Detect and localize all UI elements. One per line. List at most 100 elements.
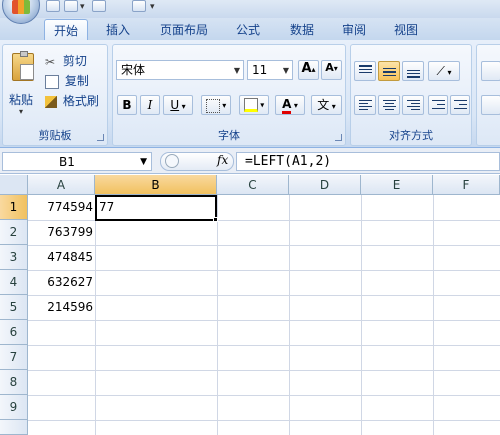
align-right-button[interactable] — [402, 95, 424, 115]
borders-icon — [205, 99, 220, 113]
row-header-4[interactable]: 4 — [0, 270, 28, 295]
tab-review[interactable]: 审阅 — [334, 19, 374, 40]
row-header-5[interactable]: 5 — [0, 295, 28, 320]
column-header-f[interactable]: F — [433, 175, 500, 195]
font-name-value: 宋体 — [121, 63, 146, 77]
bold-button[interactable]: B — [117, 95, 137, 115]
font-size-select[interactable]: 11 ▼ — [247, 60, 293, 80]
row-header-7[interactable]: 7 — [0, 345, 28, 370]
gridline — [217, 195, 218, 435]
customize-quick-access-icon[interactable]: ▾ — [150, 2, 155, 12]
font-dialog-launcher-icon[interactable] — [335, 134, 342, 141]
insert-function-icon[interactable]: fx — [217, 153, 228, 167]
active-cell-outline[interactable] — [95, 195, 217, 221]
select-all-corner[interactable] — [0, 175, 28, 195]
font-name-dropdown-icon: ▼ — [233, 66, 240, 75]
font-name-select[interactable]: 宋体 ▼ — [116, 60, 244, 80]
row-header-3[interactable]: 3 — [0, 245, 28, 270]
tab-page-layout[interactable]: 页面布局 — [152, 19, 216, 40]
merge-center-button[interactable] — [481, 95, 500, 115]
tab-home[interactable]: 开始 — [44, 19, 88, 40]
row-header-2[interactable]: 2 — [0, 220, 28, 245]
shrink-font-button[interactable]: A▾ — [321, 60, 342, 80]
tab-formulas[interactable]: 公式 — [228, 19, 268, 40]
row-header-8[interactable]: 8 — [0, 370, 28, 395]
row-header-10[interactable] — [0, 420, 28, 435]
gridline — [28, 295, 500, 296]
orientation-icon: ⟋ — [436, 64, 445, 78]
gridline — [28, 245, 500, 246]
column-header-d[interactable]: D — [289, 175, 361, 195]
column-header-c[interactable]: C — [217, 175, 289, 195]
align-center-button[interactable] — [378, 95, 400, 115]
align-middle-button[interactable] — [378, 61, 400, 81]
underline-button[interactable]: U ▾ — [163, 95, 193, 115]
cell-a2[interactable]: 763799 — [28, 220, 95, 245]
orientation-button[interactable]: ⟋ ▾ — [428, 61, 460, 81]
align-bottom-button[interactable] — [402, 61, 424, 81]
gridline — [28, 320, 500, 321]
column-header-a[interactable]: A — [28, 175, 95, 195]
tab-view[interactable]: 视图 — [386, 19, 426, 40]
font-color-button[interactable]: A ▾ — [275, 95, 305, 115]
gridline — [28, 420, 500, 421]
fill-handle[interactable] — [213, 217, 218, 222]
decrease-indent-button[interactable] — [428, 95, 448, 115]
row-header-9[interactable]: 9 — [0, 395, 28, 420]
font-group-label: 字体 — [218, 129, 240, 142]
gridline — [28, 370, 500, 371]
align-left-button[interactable] — [354, 95, 376, 115]
column-header-e[interactable]: E — [361, 175, 433, 195]
cut-button[interactable]: ✂ 剪切 — [45, 51, 87, 71]
grow-font-button[interactable]: A▴ — [298, 60, 319, 80]
cell-a3[interactable]: 474845 — [28, 245, 95, 270]
paste-label: 粘贴 — [9, 93, 34, 107]
print-preview-icon[interactable] — [132, 0, 146, 12]
clipboard-group: 粘贴 ▾ ✂ 剪切 复制 格式刷 剪贴板 — [2, 44, 108, 146]
borders-button[interactable]: ▾ — [201, 95, 231, 115]
redo-icon[interactable] — [92, 0, 106, 12]
italic-button[interactable]: I — [140, 95, 160, 115]
scissors-icon: ✂ — [45, 54, 56, 69]
shrink-font-icon: A — [325, 61, 334, 74]
name-box-dropdown-icon[interactable]: ▼ — [140, 153, 147, 171]
name-box[interactable]: B1 ▼ — [2, 152, 152, 171]
clipboard-dialog-launcher-icon[interactable] — [97, 134, 104, 141]
cut-label: 剪切 — [62, 54, 87, 68]
cell-a1[interactable]: 774594 — [28, 195, 95, 220]
increase-indent-button[interactable] — [450, 95, 470, 115]
gridline — [28, 345, 500, 346]
cell-a4[interactable]: 632627 — [28, 270, 95, 295]
gridline — [289, 195, 290, 435]
wrap-text-button[interactable] — [481, 61, 500, 81]
row-header-6[interactable]: 6 — [0, 320, 28, 345]
phonetic-guide-button[interactable]: 文 ▾ — [311, 95, 342, 115]
align-top-button[interactable] — [354, 61, 376, 81]
paste-button[interactable]: 粘贴 ▾ — [7, 49, 39, 119]
formula-bar-expand-icon[interactable] — [165, 154, 179, 168]
gridline — [28, 395, 500, 396]
alignment-group: ⟋ ▾ 对齐方式 — [350, 44, 472, 146]
column-header-b[interactable]: B — [95, 175, 217, 195]
gridline — [95, 195, 96, 435]
format-painter-button[interactable]: 格式刷 — [45, 91, 99, 111]
copy-button[interactable]: 复制 — [45, 71, 89, 91]
font-group: 宋体 ▼ 11 ▼ A▴ A▾ B I U ▾ ▾ ▾ A ▾ 文 ▾ 字体 — [112, 44, 346, 146]
gridline — [361, 195, 362, 435]
tab-data[interactable]: 数据 — [282, 19, 322, 40]
save-icon[interactable] — [46, 0, 60, 12]
undo-icon[interactable] — [64, 0, 78, 12]
tab-insert[interactable]: 插入 — [98, 19, 138, 40]
gridline — [433, 195, 434, 435]
paste-dropdown-icon: ▾ — [19, 107, 24, 116]
paint-bucket-icon — [243, 98, 258, 112]
fill-color-button[interactable]: ▾ — [239, 95, 269, 115]
row-header-1[interactable]: 1 — [0, 195, 28, 220]
name-box-value: B1 — [59, 155, 75, 169]
cell-a5[interactable]: 214596 — [28, 295, 95, 320]
undo-dropdown-icon[interactable]: ▾ — [80, 2, 85, 12]
underline-icon: U — [170, 98, 180, 112]
copy-icon — [45, 74, 59, 89]
copy-label: 复制 — [64, 74, 89, 88]
formula-input[interactable]: =LEFT(A1,2) — [236, 152, 500, 171]
